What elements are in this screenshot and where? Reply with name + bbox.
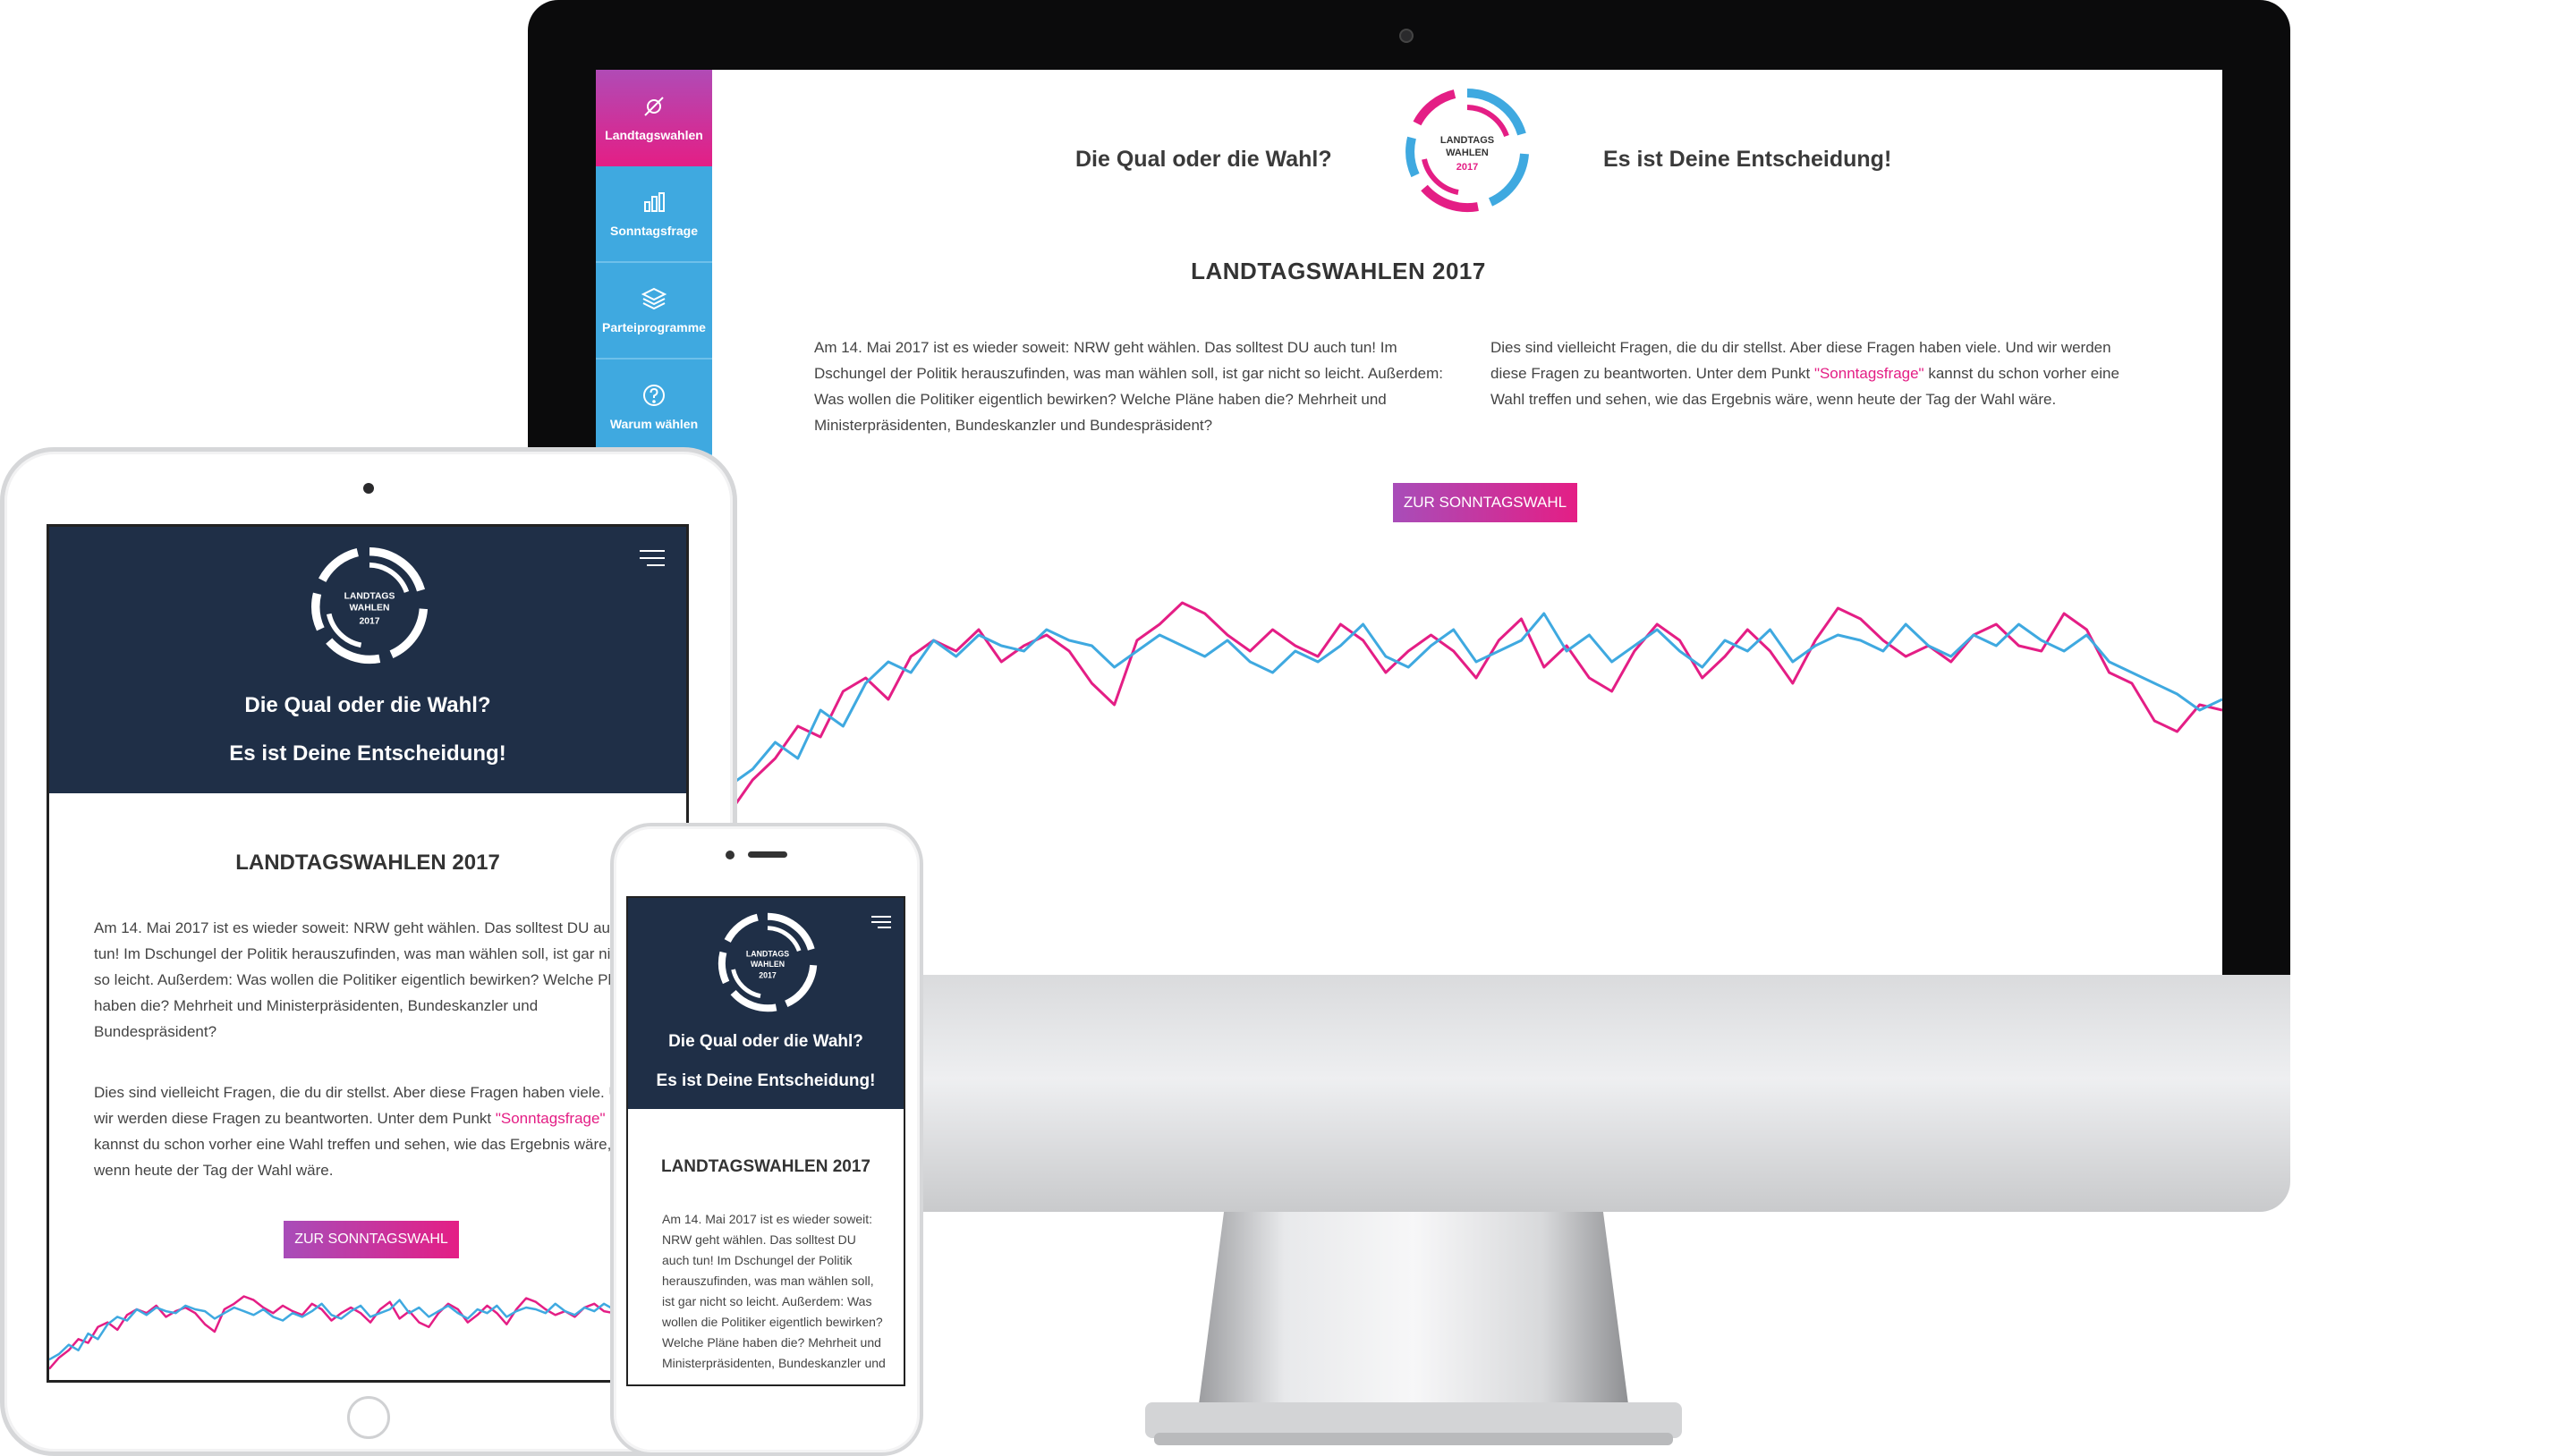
paragraph-text: kannst du schon vorher eine Wahl treffen… [94, 1136, 612, 1179]
logo-line3: 2017 [1456, 162, 1478, 173]
layers-icon [641, 287, 667, 310]
logo-line2: WAHLEN [751, 960, 785, 969]
ipad-home-button [347, 1396, 390, 1439]
tagline-right: Es ist Deine Entscheidung! [656, 1071, 876, 1090]
page-title: LANDTAGSWAHLEN 2017 [1191, 258, 1486, 284]
phone-header: LANDTAGS WAHLEN 2017 Die Qual oder die W… [628, 898, 904, 1109]
tagline-left: Die Qual oder die Wahl? [668, 1032, 863, 1051]
intro-paragraph-2: Dies sind vielleicht Fragen, die du dir … [1490, 334, 2126, 412]
sidebar-item-label: Sonntagsfrage [609, 224, 698, 238]
imac-camera [1399, 29, 1414, 43]
menu-icon[interactable] [871, 916, 891, 930]
decorative-line-chart [49, 1295, 686, 1370]
sonntagsfrage-link[interactable]: "Sonntagsfrage" [496, 1110, 606, 1127]
logo-line3: 2017 [759, 971, 777, 980]
phone-screen: LANDTAGS WAHLEN 2017 Die Qual oder die W… [626, 896, 905, 1386]
zur-sonntagswahl-button[interactable]: ZUR SONNTAGSWAHL [1393, 483, 1577, 522]
chart-series-pink [730, 601, 2222, 813]
logo-line1: LANDTAGS [344, 591, 395, 601]
question-icon [643, 385, 665, 406]
tagline-left: Die Qual oder die Wahl? [244, 693, 491, 717]
menu-icon[interactable] [640, 550, 665, 568]
sidebar-item-label: Landtagswahlen [605, 128, 703, 142]
chart-series-blue [730, 612, 2222, 787]
logo-line1: LANDTAGS [746, 950, 789, 959]
iphone-camera [726, 851, 735, 859]
intro-paragraph-1: Am 14. Mai 2017 ist es wieder soweit: NR… [814, 339, 1444, 434]
logo-line2: WAHLEN [1446, 148, 1489, 158]
iphone-speaker [748, 851, 787, 858]
page-title: LANDTAGSWAHLEN 2017 [235, 851, 500, 875]
sidebar-item-sonntagsfrage[interactable]: Sonntagsfrage [596, 166, 712, 263]
intro-paragraph-2: Dies sind vielleicht Fragen, die du dir … [94, 1079, 649, 1183]
sidebar-item-label: Warum wählen [609, 417, 699, 431]
ballot-icon [644, 97, 664, 116]
intro-paragraph-1: Am 14. Mai 2017 ist es wieder soweit: NR… [94, 919, 637, 1040]
tablet-screen: LANDTAGS WAHLEN 2017 Die Qual oder die W… [47, 524, 689, 1383]
bar-chart-icon [644, 192, 665, 212]
sidebar-item-warum-waehlen[interactable]: Warum wählen [596, 360, 712, 456]
logo: LANDTAGS WAHLEN 2017 [1405, 89, 1529, 213]
logo: LANDTAGS WAHLEN 2017 [311, 546, 429, 665]
intro-paragraph-1: Am 14. Mai 2017 ist es wieder soweit: NR… [662, 1212, 886, 1370]
zur-sonntagswahl-button[interactable]: ZUR SONNTAGSWAHL [284, 1221, 459, 1258]
tablet-header: LANDTAGS WAHLEN 2017 Die Qual oder die W… [49, 527, 686, 793]
tagline-right: Es ist Deine Entscheidung! [1603, 147, 1892, 172]
chart-series-pink [49, 1295, 686, 1370]
page-title: LANDTAGSWAHLEN 2017 [660, 1157, 870, 1176]
tagline-left: Die Qual oder die Wahl? [1075, 147, 1332, 172]
logo: LANDTAGS WAHLEN 2017 [718, 912, 818, 1012]
ipad-camera [363, 483, 374, 494]
decorative-line-chart [730, 601, 2222, 813]
logo-line3: 2017 [359, 617, 379, 627]
logo-line2: WAHLEN [350, 604, 390, 614]
sidebar-item-label: Parteiprogramme [602, 320, 706, 334]
tagline-right: Es ist Deine Entscheidung! [229, 741, 506, 766]
logo-line1: LANDTAGS [1440, 135, 1494, 146]
chart-series-blue [49, 1299, 686, 1361]
sidebar-item-landtagswahlen[interactable]: Landtagswahlen [596, 70, 712, 166]
sidebar-item-parteiprogramme[interactable]: Parteiprogramme [596, 263, 712, 360]
sonntagsfrage-link[interactable]: "Sonntagsfrage" [1814, 365, 1924, 382]
imac-stand [1145, 1198, 1682, 1445]
